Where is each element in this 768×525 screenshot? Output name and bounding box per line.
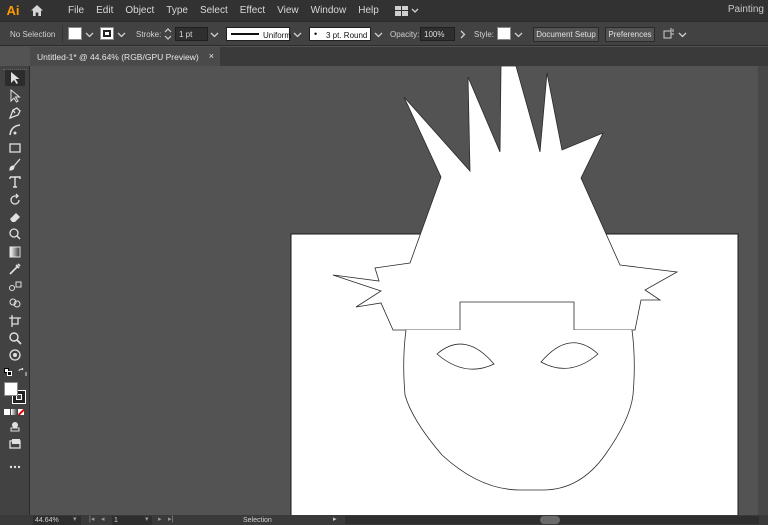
- menu-bar: Ai File Edit Object Type Select Effect V…: [0, 0, 768, 21]
- menu-edit[interactable]: Edit: [90, 5, 119, 16]
- artboard-tool-icon[interactable]: [5, 313, 25, 329]
- status-menu-icon[interactable]: ▸: [333, 515, 337, 525]
- paintbrush-tool-icon[interactable]: [5, 157, 25, 173]
- rectangle-tool-icon[interactable]: [5, 140, 25, 156]
- menu-object[interactable]: Object: [119, 5, 160, 16]
- rotate-tool-icon[interactable]: [5, 192, 25, 208]
- chevron-down-icon[interactable]: [374, 30, 383, 39]
- type-tool-icon[interactable]: [5, 174, 25, 190]
- chevron-down-icon: [411, 8, 419, 13]
- gradient-mode-icon[interactable]: [11, 409, 17, 415]
- chevron-down-icon[interactable]: [514, 30, 523, 39]
- menu-view[interactable]: View: [271, 5, 305, 16]
- none-mode-icon[interactable]: [18, 409, 24, 415]
- variable-width-profile-select[interactable]: Uniform: [226, 27, 292, 41]
- arrange-icon[interactable]: [662, 27, 676, 41]
- hair-shape[interactable]: [332, 66, 679, 331]
- arrange-documents-button[interactable]: [394, 5, 419, 16]
- chevron-down-icon[interactable]: [85, 30, 94, 39]
- next-artboard-icon[interactable]: ▸: [158, 515, 162, 525]
- graphic-style-swatch[interactable]: [497, 27, 511, 40]
- draw-modes-icon[interactable]: [5, 418, 25, 434]
- direct-selection-tool-icon[interactable]: [5, 88, 25, 104]
- screen-mode-icon[interactable]: [5, 436, 25, 452]
- artwork-svg: [290, 66, 739, 516]
- color-mode-icon[interactable]: [4, 409, 10, 415]
- horizontal-scroll-thumb[interactable]: [540, 516, 560, 524]
- vertical-scrollbar[interactable]: [758, 66, 768, 515]
- zoom-tool-icon[interactable]: [5, 330, 25, 346]
- selection-tool-icon[interactable]: [5, 70, 25, 86]
- gradient-tool-icon[interactable]: [5, 244, 25, 260]
- home-icon[interactable]: [26, 4, 48, 17]
- selection-status: No Selection: [10, 30, 56, 39]
- opacity-label: Opacity:: [390, 30, 420, 39]
- menu-help[interactable]: Help: [352, 5, 385, 16]
- chevron-down-icon[interactable]: [117, 30, 126, 39]
- status-bar: 44.64% ▾ |◂ ◂ 1 ▾ ▸ ▸| Selection ▸: [0, 515, 768, 525]
- stroke-weight-stepper-icon[interactable]: [164, 27, 172, 41]
- workspace-switcher[interactable]: Painting: [728, 4, 764, 15]
- menu-type[interactable]: Type: [160, 5, 194, 16]
- fill-stroke-control[interactable]: [4, 382, 28, 406]
- color-modes-control[interactable]: [4, 409, 26, 416]
- stroke-weight-input[interactable]: 1 pt: [175, 27, 208, 41]
- eraser-tool-icon[interactable]: [5, 209, 25, 225]
- blend-tool-icon[interactable]: [5, 278, 25, 294]
- pen-tool-icon[interactable]: [5, 105, 25, 121]
- menu-file[interactable]: File: [62, 5, 90, 16]
- tools-panel: [0, 66, 30, 516]
- swap-colors-icon[interactable]: [18, 368, 27, 377]
- chevron-down-icon[interactable]: [210, 30, 219, 39]
- menu-window[interactable]: Window: [305, 5, 353, 16]
- current-tool-status: Selection: [243, 517, 272, 524]
- brush-definition-select[interactable]: • 3 pt. Round: [309, 27, 371, 41]
- stroke-swatch[interactable]: [100, 27, 114, 40]
- shape-builder-tool-icon[interactable]: [5, 295, 25, 311]
- chevron-right-icon[interactable]: [458, 30, 467, 39]
- curvature-tool-icon[interactable]: [5, 122, 25, 138]
- style-label: Style:: [474, 30, 495, 39]
- more-tools-icon[interactable]: [5, 459, 25, 475]
- chevron-down-icon[interactable]: [293, 30, 302, 39]
- preferences-button[interactable]: Preferences: [605, 27, 655, 42]
- document-tab-title: Untitled-1* @ 44.64% (RGB/GPU Preview): [37, 51, 199, 62]
- document-tab[interactable]: Untitled-1* @ 44.64% (RGB/GPU Preview) ×: [30, 47, 220, 66]
- canvas-area[interactable]: [30, 66, 768, 516]
- first-artboard-icon[interactable]: |◂: [89, 515, 94, 525]
- profile-label: Uniform: [263, 31, 292, 40]
- default-colors-icon[interactable]: [4, 368, 12, 376]
- eyedropper-tool-icon[interactable]: [5, 261, 25, 277]
- fill-color-swatch[interactable]: [4, 382, 18, 396]
- warp-tool-icon[interactable]: [5, 226, 25, 242]
- close-icon[interactable]: ×: [209, 51, 214, 61]
- fill-swatch[interactable]: [68, 27, 82, 40]
- document-setup-button[interactable]: Document Setup: [533, 27, 599, 42]
- divider: [62, 25, 63, 43]
- chevron-down-icon[interactable]: ▾: [73, 515, 77, 525]
- brush-label: 3 pt. Round: [326, 31, 368, 40]
- previous-artboard-icon[interactable]: ◂: [101, 515, 105, 525]
- menu-select[interactable]: Select: [194, 5, 234, 16]
- menu-effect[interactable]: Effect: [234, 5, 271, 16]
- stroke-label: Stroke:: [136, 30, 162, 39]
- app-logo: Ai: [6, 3, 20, 18]
- arrange-documents-icon: [394, 5, 408, 16]
- control-bar: No Selection Stroke: 1 pt Uniform • 3 pt…: [0, 21, 768, 46]
- last-artboard-icon[interactable]: ▸|: [168, 515, 173, 525]
- opacity-input[interactable]: 100%: [420, 27, 455, 41]
- chevron-down-icon[interactable]: [678, 30, 687, 39]
- document-tab-bar: Untitled-1* @ 44.64% (RGB/GPU Preview) ×: [30, 47, 768, 66]
- hand-tool-icon[interactable]: [5, 347, 25, 363]
- chevron-down-icon[interactable]: ▾: [145, 515, 149, 525]
